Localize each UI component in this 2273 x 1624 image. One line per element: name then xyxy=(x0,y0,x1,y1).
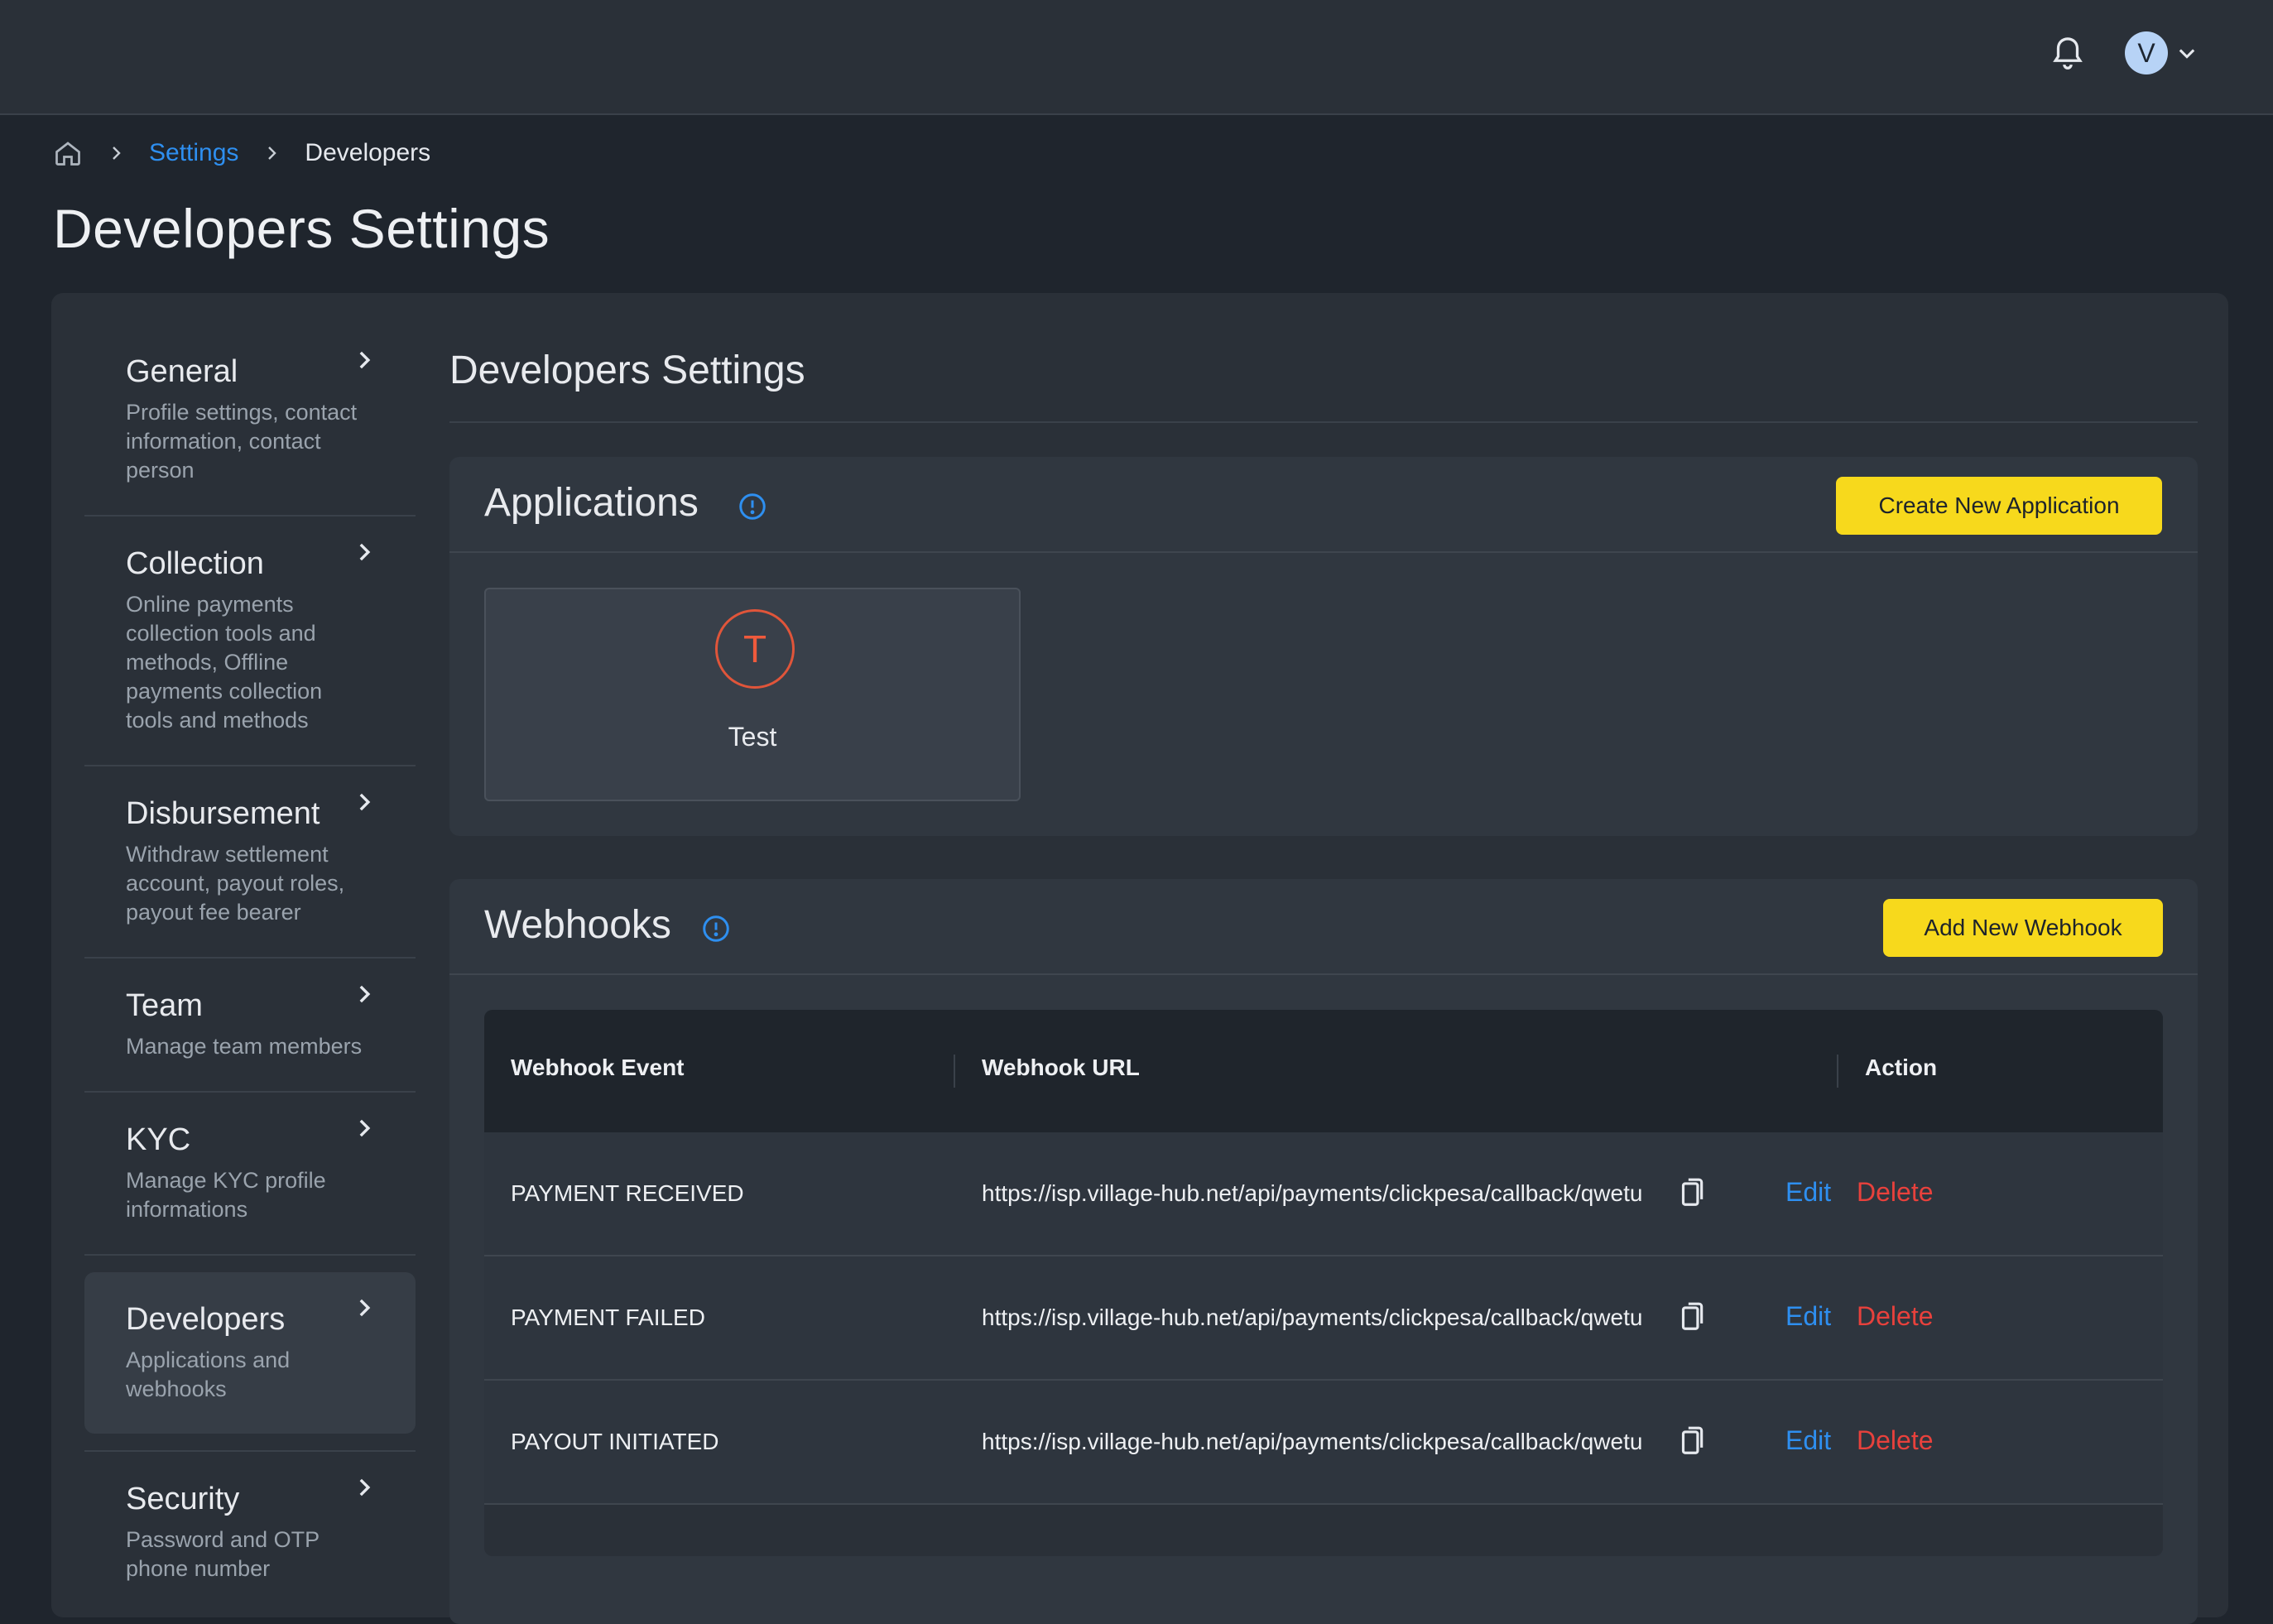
table-row: PAYMENT FAILED https://isp.village-hub.n… xyxy=(484,1256,2163,1381)
home-icon[interactable] xyxy=(53,138,83,168)
chevron-right-icon xyxy=(359,793,371,811)
webhook-url: https://isp.village-hub.net/api/payments… xyxy=(982,1304,1643,1330)
column-divider xyxy=(1837,1055,1838,1088)
chevron-right-icon xyxy=(359,1299,371,1317)
sidebar-item-desc: Applications and webhooks xyxy=(126,1348,291,1401)
sidebar-item-team[interactable]: Team Manage team members xyxy=(84,959,416,1093)
delete-link[interactable]: Delete xyxy=(1857,1301,1934,1332)
sidebar-item-desc: Online payments collection tools and met… xyxy=(126,592,323,733)
sidebar-item-desc: Manage team members xyxy=(126,1034,363,1059)
info-icon[interactable] xyxy=(701,914,731,944)
application-card[interactable]: T Test xyxy=(484,588,1021,801)
sidebar-item-security[interactable]: Security Password and OTP phone number xyxy=(84,1450,416,1613)
webhook-event: PAYOUT INITIATED xyxy=(511,1429,719,1454)
applications-title: Applications xyxy=(484,481,699,525)
webhook-event: PAYMENT RECEIVED xyxy=(511,1180,744,1206)
webhooks-table: Webhook Event Webhook URL Action PAYMENT… xyxy=(484,1010,2163,1556)
sidebar-item-title: Team xyxy=(126,988,203,1023)
sidebar-item-disbursement[interactable]: Disbursement Withdraw settlement account… xyxy=(84,766,416,959)
sidebar-item-title: Collection xyxy=(126,546,264,581)
edit-link[interactable]: Edit xyxy=(1785,1177,1831,1208)
sidebar-item-title: Disbursement xyxy=(126,796,320,831)
breadcrumb: Settings Developers xyxy=(53,137,430,170)
webhook-url: https://isp.village-hub.net/api/payments… xyxy=(982,1180,1643,1206)
sidebar-item-kyc[interactable]: KYC Manage KYC profile informations xyxy=(84,1093,416,1256)
settings-sidebar: General Profile settings, contact inform… xyxy=(84,324,416,1613)
page-title: Developers Settings xyxy=(53,198,550,259)
top-bar: V xyxy=(0,0,2273,115)
app-initial-badge: T xyxy=(715,609,795,689)
chevron-right-icon xyxy=(113,147,121,160)
webhooks-header: Webhooks Add New Webhook xyxy=(449,879,2198,975)
webhooks-title: Webhooks xyxy=(484,903,671,947)
column-header-event: Webhook Event xyxy=(511,1055,685,1080)
chevron-right-icon xyxy=(359,985,371,1003)
table-row: PAYMENT RECEIVED https://isp.village-hub… xyxy=(484,1132,2163,1256)
chevron-down-icon[interactable] xyxy=(2175,41,2199,65)
sidebar-item-title: KYC xyxy=(126,1122,191,1157)
breadcrumb-current: Developers xyxy=(305,139,431,166)
sidebar-item-title: Developers xyxy=(126,1302,286,1337)
applications-section: Applications Create New Application T Te… xyxy=(449,457,2198,836)
add-webhook-button[interactable]: Add New Webhook xyxy=(1883,899,2163,957)
bell-icon[interactable] xyxy=(2051,35,2084,73)
webhook-event: PAYMENT FAILED xyxy=(511,1304,705,1330)
content-header: Developers Settings xyxy=(449,324,2198,423)
sidebar-item-desc: Password and OTP phone number xyxy=(126,1527,320,1581)
chevron-right-icon xyxy=(359,1478,371,1497)
sidebar-item-developers[interactable]: Developers Applications and webhooks xyxy=(84,1272,416,1434)
breadcrumb-settings-link[interactable]: Settings xyxy=(149,139,238,167)
divider xyxy=(449,421,2198,423)
delete-link[interactable]: Delete xyxy=(1857,1177,1934,1208)
table-row: PAYOUT INITIATED https://isp.village-hub… xyxy=(484,1381,2163,1505)
sidebar-item-desc: Profile settings, contact information, c… xyxy=(126,400,358,483)
copy-icon[interactable] xyxy=(1678,1177,1704,1208)
sidebar-item-general[interactable]: General Profile settings, contact inform… xyxy=(84,324,416,517)
webhooks-section: Webhooks Add New Webhook Webhook Event W… xyxy=(449,879,2198,1624)
edit-link[interactable]: Edit xyxy=(1785,1425,1831,1456)
column-header-url: Webhook URL xyxy=(982,1055,1140,1080)
sidebar-item-title: General xyxy=(126,354,238,389)
chevron-right-icon xyxy=(359,543,371,561)
content-title: Developers Settings xyxy=(449,348,805,392)
table-header: Webhook Event Webhook URL Action xyxy=(484,1010,2163,1132)
edit-link[interactable]: Edit xyxy=(1785,1301,1831,1332)
avatar[interactable]: V xyxy=(2125,31,2168,74)
sidebar-item-title: Security xyxy=(126,1482,240,1516)
chevron-right-icon xyxy=(268,147,277,160)
chevron-right-icon xyxy=(359,1119,371,1137)
info-icon[interactable] xyxy=(738,492,767,521)
create-application-button[interactable]: Create New Application xyxy=(1836,477,2162,535)
copy-icon[interactable] xyxy=(1678,1301,1704,1333)
column-header-action: Action xyxy=(1865,1055,1938,1080)
webhook-url: https://isp.village-hub.net/api/payments… xyxy=(982,1429,1643,1454)
sidebar-item-desc: Manage KYC profile informations xyxy=(126,1168,326,1222)
column-divider xyxy=(954,1055,955,1088)
app-name: Test xyxy=(728,722,777,752)
chevron-right-icon xyxy=(359,351,371,369)
sidebar-item-collection[interactable]: Collection Online payments collection to… xyxy=(84,517,416,766)
applications-header: Applications Create New Application xyxy=(449,457,2198,553)
copy-icon[interactable] xyxy=(1678,1425,1704,1457)
sidebar-item-desc: Withdraw settlement account, payout role… xyxy=(126,842,345,925)
delete-link[interactable]: Delete xyxy=(1857,1425,1934,1456)
